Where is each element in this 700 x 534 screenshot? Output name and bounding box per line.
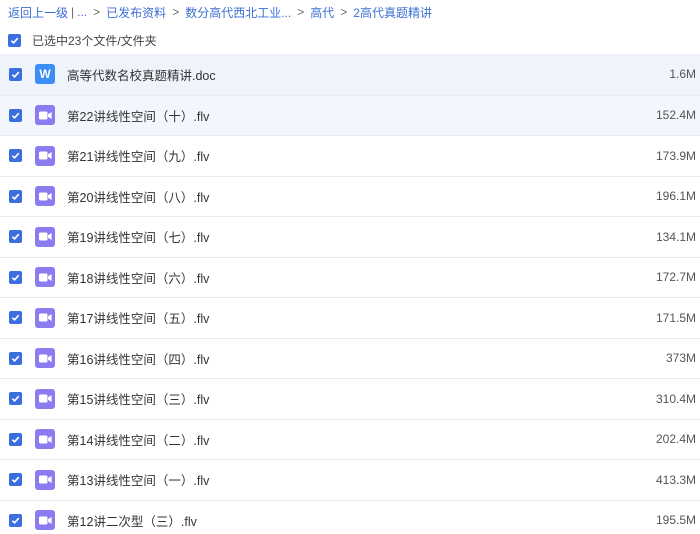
breadcrumb-current: 2高代真题精讲 (353, 5, 432, 20)
file-checkbox[interactable] (9, 392, 22, 406)
checkmark-icon (11, 436, 20, 443)
video-file-icon (35, 348, 55, 369)
word-doc-icon-letter: W (39, 67, 51, 82)
breadcrumb-item-published[interactable]: 已发布资料 (106, 4, 166, 21)
file-name[interactable]: 第20讲线性空间（八）.flv (67, 187, 209, 206)
file-size: 202.4M (655, 432, 696, 447)
file-row[interactable]: 第12讲二次型（三）.flv 195.5M (0, 499, 700, 534)
file-size: 310.4M (655, 391, 696, 406)
breadcrumb: 返回上一级 | ... > 已发布资料 > 数分高代西北工业... > 高代 >… (8, 4, 432, 20)
video-file-icon (35, 226, 55, 247)
video-file-icon (35, 267, 55, 288)
video-file-icon (35, 388, 55, 409)
checkmark-icon (11, 395, 20, 403)
breadcrumb-separator: > (172, 5, 180, 19)
file-size: 195.5M (655, 513, 696, 528)
file-row[interactable]: 第21讲线性空间（九）.flv 173.9M (0, 135, 700, 176)
checkmark-icon (11, 193, 20, 200)
breadcrumb-ellipsis[interactable]: ... (77, 5, 87, 19)
file-row[interactable]: 第15讲线性空间（三）.flv 310.4M (0, 378, 700, 419)
breadcrumb-item-gaodai[interactable]: 高代 (310, 4, 334, 21)
file-name[interactable]: 第21讲线性空间（九）.flv (67, 146, 209, 165)
file-list: W 高等代数名校真题精讲.doc 1.6M 第22讲线性空间（十）.flv 152.4M… (0, 54, 700, 534)
file-checkbox[interactable] (9, 351, 22, 365)
file-checkbox[interactable] (9, 311, 22, 325)
file-size: 172.7M (655, 270, 696, 285)
breadcrumb-back-link[interactable]: 返回上一级 (8, 4, 68, 21)
selection-count-label: 已选中23个文件/文件夹 (32, 33, 157, 48)
file-name[interactable]: 第17讲线性空间（五）.flv (67, 308, 209, 327)
video-file-icon (35, 105, 55, 126)
file-name[interactable]: 第12讲二次型（三）.flv (67, 511, 197, 530)
video-file-icon (35, 307, 55, 328)
checkmark-icon (11, 112, 20, 119)
file-row[interactable]: 第22讲线性空间（十）.flv 152.4M (0, 94, 700, 135)
file-checkbox[interactable] (9, 149, 22, 163)
file-size: 1.6M (669, 67, 696, 82)
file-checkbox[interactable] (9, 432, 22, 446)
breadcrumb-separator: > (297, 5, 305, 19)
file-row[interactable]: 第13讲线性空间（一）.flv 413.3M (0, 459, 700, 500)
checkmark-icon (11, 476, 20, 484)
video-file-icon (35, 145, 55, 166)
checkmark-icon (10, 37, 19, 44)
file-size: 413.3M (655, 472, 696, 487)
file-row[interactable]: 第20讲线性空间（八）.flv 196.1M (0, 175, 700, 217)
file-row[interactable]: 第17讲线性空间（五）.flv 171.5M (0, 297, 700, 338)
select-all-bar: 已选中23个文件/文件夹 (8, 31, 157, 49)
file-row[interactable]: 第18讲线性空间（六）.flv 172.7M (0, 256, 700, 298)
video-file-icon (35, 469, 55, 490)
file-checkbox[interactable] (9, 513, 22, 527)
file-name[interactable]: 第13讲线性空间（一）.flv (67, 470, 209, 489)
file-name[interactable]: 第14讲线性空间（二）.flv (67, 430, 209, 449)
checkmark-icon (11, 274, 20, 281)
file-checkbox[interactable] (9, 67, 22, 81)
video-file-icon (35, 429, 55, 450)
video-file-icon (35, 510, 55, 531)
file-size: 134.1M (655, 229, 696, 244)
file-row[interactable]: 第16讲线性空间（四）.flv 373M (0, 337, 700, 379)
file-checkbox[interactable] (9, 108, 22, 122)
select-all-checkbox[interactable] (8, 33, 21, 47)
word-doc-icon: W (35, 64, 55, 85)
file-checkbox[interactable] (9, 189, 22, 203)
breadcrumb-item-folder[interactable]: 数分高代西北工业... (185, 4, 291, 21)
breadcrumb-separator: > (340, 5, 348, 19)
file-name[interactable]: 第18讲线性空间（六）.flv (67, 268, 209, 287)
file-size: 173.9M (655, 148, 696, 163)
file-checkbox[interactable] (9, 473, 22, 487)
file-size: 152.4M (655, 108, 696, 123)
checkmark-icon (11, 517, 20, 524)
file-row[interactable]: 第14讲线性空间（二）.flv 202.4M (0, 418, 700, 460)
file-checkbox[interactable] (9, 230, 22, 244)
video-file-icon (35, 186, 55, 207)
file-name[interactable]: 第19讲线性空间（七）.flv (67, 227, 209, 246)
file-size: 171.5M (655, 310, 696, 325)
breadcrumb-divider: | (71, 5, 75, 19)
file-name[interactable]: 第16讲线性空间（四）.flv (67, 349, 209, 368)
file-row[interactable]: 第19讲线性空间（七）.flv 134.1M (0, 216, 700, 257)
checkmark-icon (11, 355, 20, 362)
file-row[interactable]: W 高等代数名校真题精讲.doc 1.6M (0, 54, 700, 95)
file-name[interactable]: 第15讲线性空间（三）.flv (67, 389, 209, 408)
file-size: 373M (665, 351, 696, 366)
checkmark-icon (11, 314, 20, 322)
file-name[interactable]: 第22讲线性空间（十）.flv (67, 106, 209, 125)
checkmark-icon (11, 233, 20, 241)
checkmark-icon (11, 152, 20, 160)
breadcrumb-separator: > (93, 5, 101, 19)
file-name[interactable]: 高等代数名校真题精讲.doc (67, 65, 216, 84)
file-size: 196.1M (655, 189, 696, 204)
file-checkbox[interactable] (9, 270, 22, 284)
checkmark-icon (11, 71, 20, 78)
